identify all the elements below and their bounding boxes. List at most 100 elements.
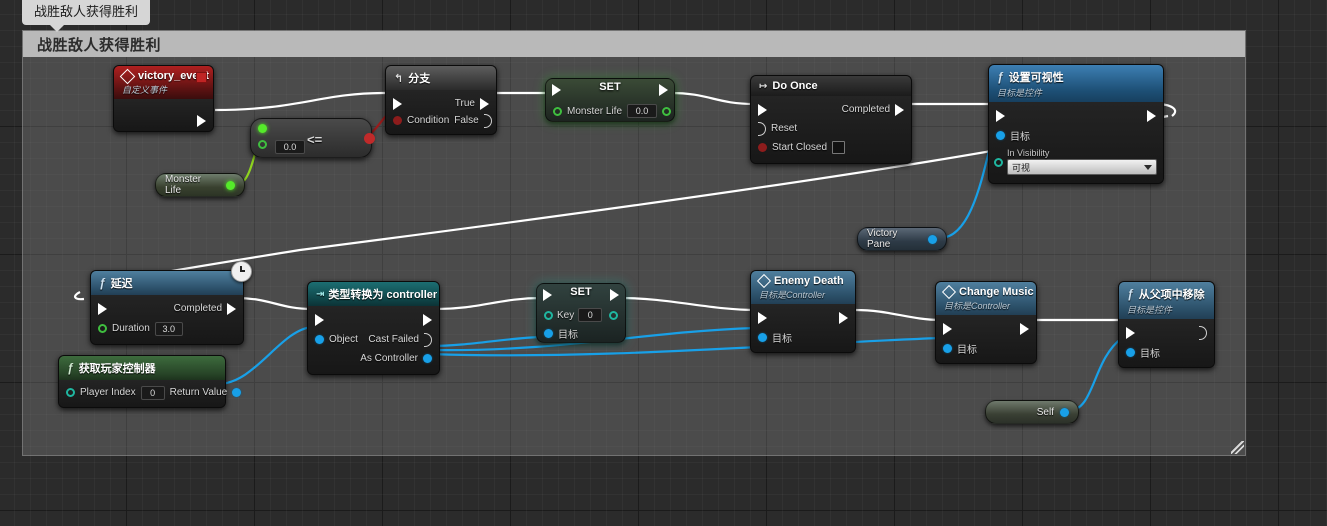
branch-false-exec-pin[interactable] <box>483 113 492 128</box>
event-delegate-pin-icon[interactable] <box>196 72 207 83</box>
node-delay[interactable]: ƒ 延迟 Completed Duration 3.0 <box>90 270 244 345</box>
node-enemy-death[interactable]: Enemy Death 目标是Controller 目标 <box>750 270 856 353</box>
node-less-equal[interactable]: 0.0 <= <box>250 118 375 158</box>
change-music-exec-in-pin[interactable] <box>943 322 952 335</box>
set-key-target-row: 目标 <box>537 324 625 342</box>
delay-exec-in-pin[interactable] <box>98 302 107 315</box>
cast-failed-pin[interactable] <box>424 332 432 347</box>
node-do-once[interactable]: ↦ Do Once Completed Reset Start Closed <box>750 75 912 164</box>
set-key-in-pin[interactable] <box>544 310 553 320</box>
node-get-player-controller-title: 获取玩家控制器 <box>78 363 156 375</box>
node-enemy-death-body: 目标 <box>751 304 855 352</box>
do-once-start-closed-pin[interactable] <box>758 143 767 152</box>
node-set-key[interactable]: SET Key 0 目标 <box>536 283 626 343</box>
remove-from-parent-target-pin[interactable] <box>1126 348 1135 357</box>
node-set-visibility[interactable]: ƒ 设置可视性 目标是控件 目标 In Visibility 可视 <box>988 64 1164 184</box>
player-index-pin[interactable] <box>66 388 75 397</box>
branch-condition-pin[interactable] <box>393 116 402 125</box>
cast-object-pin[interactable] <box>315 335 324 344</box>
node-remove-from-parent-header[interactable]: ƒ 从父项中移除 目标是控件 <box>1119 282 1214 319</box>
set-monster-life-exec-out-pin[interactable] <box>659 84 668 96</box>
set-key-value[interactable]: 0 <box>578 308 603 322</box>
get-self-out-pin[interactable] <box>1060 407 1069 417</box>
get-victory-pane-out-pin[interactable] <box>928 234 937 244</box>
set-monster-life-exec-in-pin[interactable] <box>552 84 561 96</box>
set-key-target-label: 目标 <box>558 329 578 341</box>
branch-true-exec-pin[interactable] <box>480 97 489 110</box>
compare-input-b-value[interactable]: 0.0 <box>275 140 305 154</box>
set-key-out-pin[interactable] <box>609 310 618 320</box>
node-delay-body: Completed Duration 3.0 <box>91 295 243 344</box>
remove-from-parent-exec-in-pin[interactable] <box>1126 326 1135 339</box>
set-key-exec-out-pin[interactable] <box>610 289 619 301</box>
comment-resize-handle[interactable] <box>1231 441 1244 454</box>
victory-event-exec-out-pin[interactable] <box>197 114 206 127</box>
node-cast-to-controller-header[interactable]: ⇥ 类型转换为 controller <box>308 282 439 306</box>
node-get-victory-pane[interactable]: Victory Pane <box>857 227 947 251</box>
get-monster-life-out-pin[interactable] <box>226 180 235 190</box>
cast-exec-in-pin[interactable] <box>315 313 324 326</box>
do-once-exec-in-pin[interactable] <box>758 103 767 116</box>
node-enemy-death-header[interactable]: Enemy Death 目标是Controller <box>751 271 855 304</box>
do-once-start-closed-checkbox[interactable] <box>832 141 846 154</box>
compare-input-b-pin[interactable] <box>258 140 267 149</box>
compare-input-a-pin[interactable] <box>258 124 267 133</box>
player-index-value[interactable]: 0 <box>140 385 165 400</box>
enemy-death-exec-in-pin[interactable] <box>758 311 767 324</box>
set-monster-life-out-pin[interactable] <box>662 106 672 116</box>
change-music-target-pin[interactable] <box>943 344 952 353</box>
node-cast-to-controller[interactable]: ⇥ 类型转换为 controller Object Cast Failed As… <box>307 281 440 375</box>
set-key-exec-in-pin[interactable] <box>543 289 552 301</box>
set-key-value-row: Key 0 <box>537 306 625 324</box>
node-branch-header[interactable]: ↰ 分支 <box>386 66 496 90</box>
set-monster-life-in-pin[interactable] <box>553 106 562 116</box>
enemy-death-exec-out-pin[interactable] <box>839 311 848 324</box>
node-set-monster-life[interactable]: SET Monster Life 0.0 <box>545 78 675 122</box>
remove-from-parent-exec-out-pin[interactable] <box>1199 325 1207 340</box>
change-music-exec-out-pin[interactable] <box>1020 322 1029 335</box>
set-visibility-exec-out-pin[interactable] <box>1147 109 1156 122</box>
node-remove-from-parent[interactable]: ƒ 从父项中移除 目标是控件 目标 <box>1118 281 1215 368</box>
comment-box-title-bar[interactable]: 战胜敌人获得胜利 <box>23 31 1245 57</box>
node-get-self[interactable]: Self <box>985 400 1079 424</box>
return-value-pin[interactable] <box>232 388 242 397</box>
set-visibility-exec-in-pin[interactable] <box>996 109 1005 122</box>
cast-as-controller-pin[interactable] <box>423 354 432 363</box>
function-icon: ƒ <box>1127 287 1134 301</box>
do-once-reset-pin[interactable] <box>758 121 766 136</box>
do-once-completed-pin[interactable] <box>895 103 904 116</box>
branch-exec-in-pin[interactable] <box>393 97 402 110</box>
node-get-player-controller[interactable]: ƒ 获取玩家控制器 Player Index 0 Return Value <box>58 355 242 408</box>
node-get-player-controller-header[interactable]: ƒ 获取玩家控制器 <box>59 356 225 380</box>
node-branch[interactable]: ↰ 分支 True Condition False <box>385 65 497 135</box>
node-victory-event[interactable]: victory_event 自定义事件 <box>113 65 214 132</box>
cast-exec-out-pin[interactable] <box>423 313 432 326</box>
set-visibility-dropdown-value: 可视 <box>1012 162 1031 173</box>
node-victory-event-header[interactable]: victory_event 自定义事件 <box>114 66 213 99</box>
node-set-visibility-header[interactable]: ƒ 设置可视性 目标是控件 <box>989 65 1163 102</box>
set-key-target-pin[interactable] <box>544 328 553 338</box>
delay-duration-pin[interactable] <box>98 324 107 333</box>
enemy-death-target-row: 目标 <box>751 329 855 346</box>
delay-duration-value[interactable]: 3.0 <box>154 321 183 336</box>
set-visibility-target-pin[interactable] <box>996 131 1005 140</box>
cast-as-controller-row: As Controller <box>308 350 439 367</box>
set-monster-life-value[interactable]: 0.0 <box>627 104 658 118</box>
node-change-music[interactable]: Change Music 目标是Controller 目标 <box>935 281 1037 364</box>
do-once-exec-row: Completed <box>751 101 911 118</box>
node-do-once-title: Do Once <box>772 80 818 92</box>
set-visibility-invisibility-pin[interactable] <box>994 158 1003 167</box>
branch-true-label: True <box>454 98 475 109</box>
node-change-music-header[interactable]: Change Music 目标是Controller <box>936 282 1036 315</box>
node-set-visibility-subtitle: 目标是控件 <box>997 88 1043 98</box>
set-visibility-dropdown[interactable]: 可视 <box>1007 159 1157 175</box>
remove-from-parent-target-row: 目标 <box>1119 344 1214 361</box>
node-enemy-death-title: Enemy Death <box>774 275 844 287</box>
compare-output-pin[interactable] <box>364 133 375 144</box>
enemy-death-target-pin[interactable] <box>758 333 767 342</box>
node-delay-header[interactable]: ƒ 延迟 <box>91 271 243 295</box>
node-get-monster-life[interactable]: Monster Life <box>155 173 245 197</box>
set-visibility-exec-row <box>989 107 1163 124</box>
node-do-once-header[interactable]: ↦ Do Once <box>751 76 911 96</box>
delay-completed-pin[interactable] <box>227 302 236 315</box>
